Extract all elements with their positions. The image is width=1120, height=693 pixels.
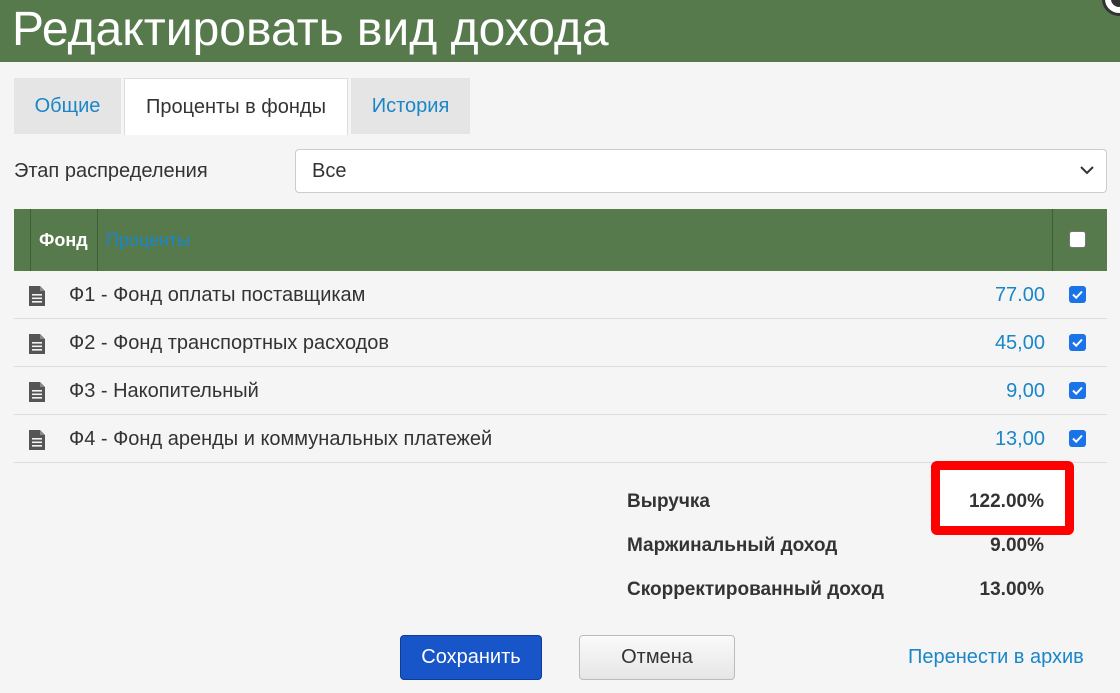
tab-fund-percents[interactable]: Проценты в фонды [124,78,348,135]
tab-general[interactable]: Общие [14,78,121,134]
stage-select[interactable]: Все [295,149,1107,193]
archive-link[interactable]: Перенести в архив [908,646,1084,669]
fund-percent[interactable]: 45,00 [995,319,1045,367]
chevron-down-icon [1080,166,1094,175]
cancel-button[interactable]: Отмена [579,635,735,680]
dialog-titlebar: Редактировать вид дохода [0,0,1120,62]
fund-percent[interactable]: 77.00 [995,271,1045,319]
dialog-title: Редактировать вид дохода [12,3,609,56]
close-icon[interactable] [1102,0,1120,16]
summary-value-margin: 9.00% [990,535,1044,556]
stage-select-value: Все [312,160,347,182]
row-checkbox[interactable] [1069,286,1086,303]
fund-name: Ф3 - Накопительный [69,380,259,402]
column-header-percent[interactable]: Проценты [106,209,190,271]
document-icon [29,430,45,450]
tab-history[interactable]: История [351,78,470,134]
row-checkbox[interactable] [1069,430,1086,447]
summary-label-adjusted: Скорректированный доход [627,579,884,600]
table-row[interactable]: Ф3 - Накопительный 9,00 [14,367,1107,415]
header-divider [97,209,98,271]
header-divider [30,209,31,271]
summary-value-adjusted: 13.00% [979,579,1044,600]
fund-percent[interactable]: 13,00 [995,415,1045,463]
document-icon [29,382,45,402]
fund-name: Ф1 - Фонд оплаты поставщикам [69,284,366,306]
table-header: Фонд Проценты [14,209,1107,271]
select-all-checkbox[interactable] [1069,231,1086,248]
table-row[interactable]: Ф1 - Фонд оплаты поставщикам 77.00 [14,271,1107,319]
fund-name: Ф2 - Фонд транспортных расходов [69,332,390,354]
document-icon [29,286,45,306]
summary-label-revenue: Выручка [627,491,710,512]
save-button[interactable]: Сохранить [400,635,542,680]
header-divider [1052,209,1053,271]
summary-label-margin: Маржинальный доход [627,535,838,556]
row-checkbox[interactable] [1069,334,1086,351]
table-row[interactable]: Ф2 - Фонд транспортных расходов 45,00 [14,319,1107,367]
table-row[interactable]: Ф4 - Фонд аренды и коммунальных платежей… [14,415,1107,463]
column-header-fund[interactable]: Фонд [39,209,88,271]
document-icon [29,334,45,354]
row-checkbox[interactable] [1069,382,1086,399]
fund-percent[interactable]: 9,00 [1006,367,1045,415]
fund-name: Ф4 - Фонд аренды и коммунальных платежей [69,428,493,450]
stage-label: Этап распределения [14,160,208,182]
summary-value-revenue: 122.00% [968,491,1044,512]
